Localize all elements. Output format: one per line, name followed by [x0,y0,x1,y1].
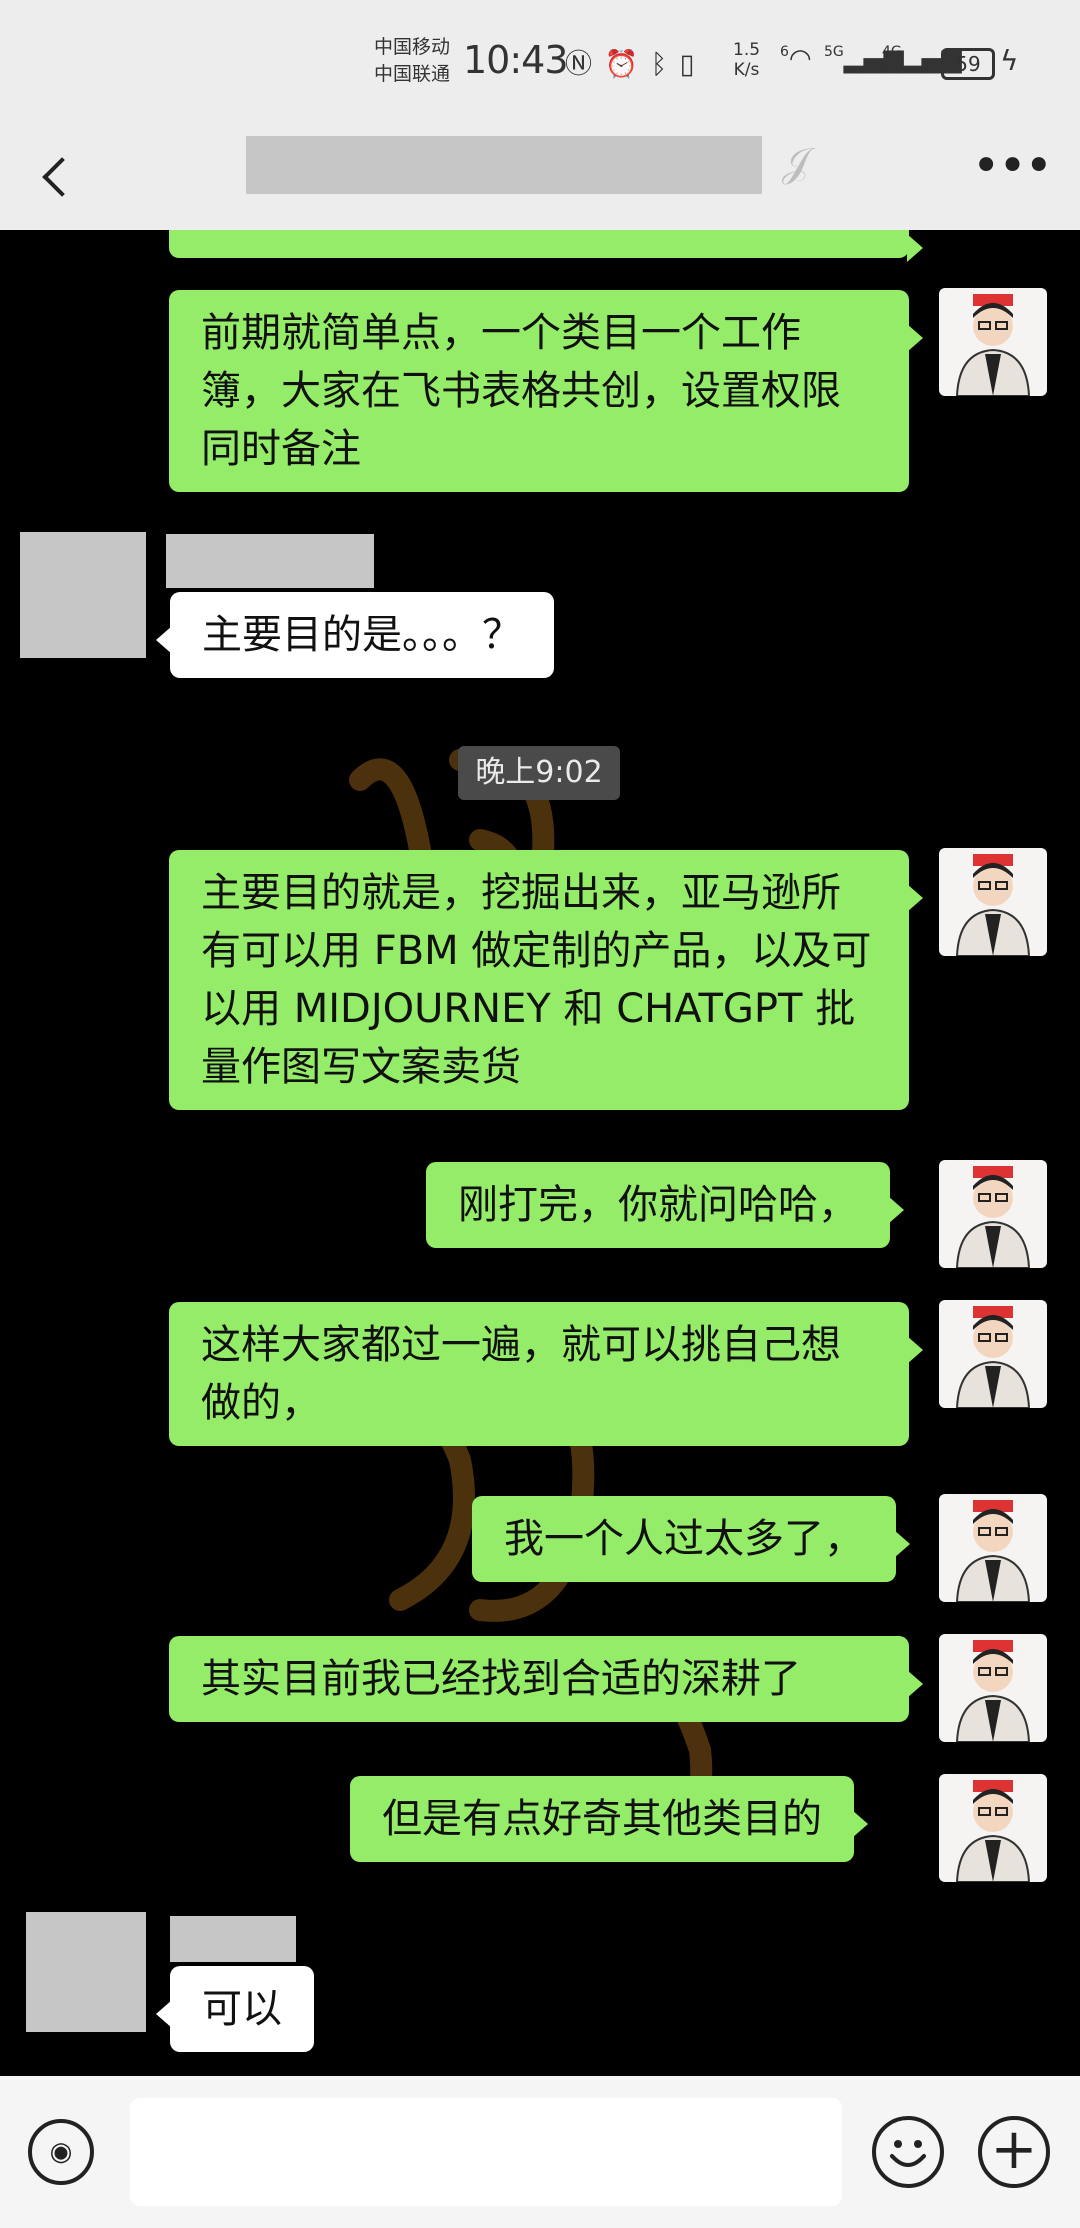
battery-icon: 59 [941,48,995,80]
carrier-labels: 中国移动 中国联通 [374,34,450,88]
message-text: 前期就简单点，一个类目一个工作簿，大家在飞书表格共创，设置权限同时备注 [201,310,841,472]
emoji-face [890,2140,926,2167]
message-text: 主要目的是。。。？ [202,612,522,658]
sender-name-redacted [166,534,374,588]
my-avatar[interactable] [939,1160,1047,1268]
chat-header: 𝒥 ••• [0,128,1080,230]
message-text: 但是有点好奇其他类目的 [382,1796,822,1842]
avatar-illustration [955,1306,1031,1408]
message-text: 我一个人过太多了， [504,1516,864,1562]
avatar-illustration [955,1640,1031,1742]
message-bubble-received[interactable]: 主要目的是。。。？ [156,592,554,678]
more-icon[interactable]: ••• [972,138,1053,194]
my-avatar[interactable] [939,848,1047,956]
message-text: 主要目的就是，挖掘出来，亚马逊所有可以用 FBM 做定制的产品，以及可以用 MI… [201,870,872,1090]
my-avatar[interactable] [939,288,1047,396]
avatar-illustration [955,294,1031,396]
message-bubble-sent[interactable]: 这样大家都过一遍，就可以挑自己想做的， [169,1302,923,1446]
status-time: 10:43 [463,38,569,82]
emoji-icon[interactable] [872,2116,944,2188]
message-text: 刚打完，你就问哈哈， [458,1182,858,1228]
signal-5g-label: 5G [824,44,844,60]
message-bubble-sent[interactable]: 刚打完，你就问哈哈， [426,1162,904,1248]
other-avatar-redacted[interactable] [20,532,146,658]
ear-icon: 𝒥 [782,140,810,186]
voice-icon[interactable]: ◉ [28,2119,94,2185]
message-text: 可以 [202,1986,282,2032]
speed-unit: K/s [733,60,760,80]
bluetooth-icon: ᛒ [650,49,670,80]
avatar-illustration [955,854,1031,956]
avatar-illustration [955,1780,1031,1882]
message-bubble-sent[interactable]: 前期就简单点，一个类目一个工作簿，大家在飞书表格共创，设置权限同时备注 [169,290,923,492]
chat-area[interactable]: 前期就简单点，一个类目一个工作簿，大家在飞书表格共创，设置权限同时备注 主要目的… [0,230,1080,2076]
chat-timestamp: 晚上9:02 [458,746,620,800]
network-speed: 1.5 K/s [733,40,760,80]
carrier-2: 中国联通 [374,63,451,85]
message-bubble-received[interactable]: 可以 [156,1966,314,2052]
message-text: 其实目前我已经找到合适的深耕了 [201,1656,801,1702]
avatar-illustration [955,1500,1031,1602]
wifi-icon: 6◠ [780,44,812,74]
my-avatar[interactable] [939,1494,1047,1602]
my-avatar[interactable] [939,1774,1047,1882]
wifi-label: 6 [780,44,789,60]
my-avatar[interactable] [939,1634,1047,1742]
charging-icon: ϟ [1000,44,1019,77]
message-bubble-partial[interactable] [169,230,923,262]
sender-name-redacted [170,1916,296,1962]
message-bubble-sent[interactable]: 但是有点好奇其他类目的 [350,1776,868,1862]
avatar-illustration [955,1166,1031,1268]
chat-title-redacted [246,136,762,194]
signal-4g-label: 4G [882,44,902,60]
carrier-1: 中国移动 [374,36,451,58]
message-bubble-sent[interactable]: 我一个人过太多了， [472,1496,910,1582]
back-arrow-icon[interactable] [30,146,90,206]
vibrate-icon: ▯ [679,49,697,80]
status-icons: Ⓝ ⏰ ᛒ ▯ [565,42,696,81]
message-bubble-sent[interactable]: 主要目的就是，挖掘出来，亚马逊所有可以用 FBM 做定制的产品，以及可以用 MI… [169,850,923,1110]
nfc-icon: Ⓝ [565,49,594,80]
speed-value: 1.5 [733,40,761,60]
message-text: 这样大家都过一遍，就可以挑自己想做的， [201,1322,841,1426]
input-bar: ◉ + [0,2076,1080,2228]
other-avatar-redacted[interactable] [26,1912,146,2032]
alarm-icon: ⏰ [604,49,641,80]
message-bubble-sent[interactable]: 其实目前我已经找到合适的深耕了 [169,1636,923,1722]
status-bar: 中国移动 中国联通 10:43 Ⓝ ⏰ ᛒ ▯ 1.5 K/s 6◠ 5G▂▄▆… [0,0,1080,128]
message-input[interactable] [130,2098,842,2206]
plus-icon[interactable]: + [978,2116,1050,2188]
my-avatar[interactable] [939,1300,1047,1408]
